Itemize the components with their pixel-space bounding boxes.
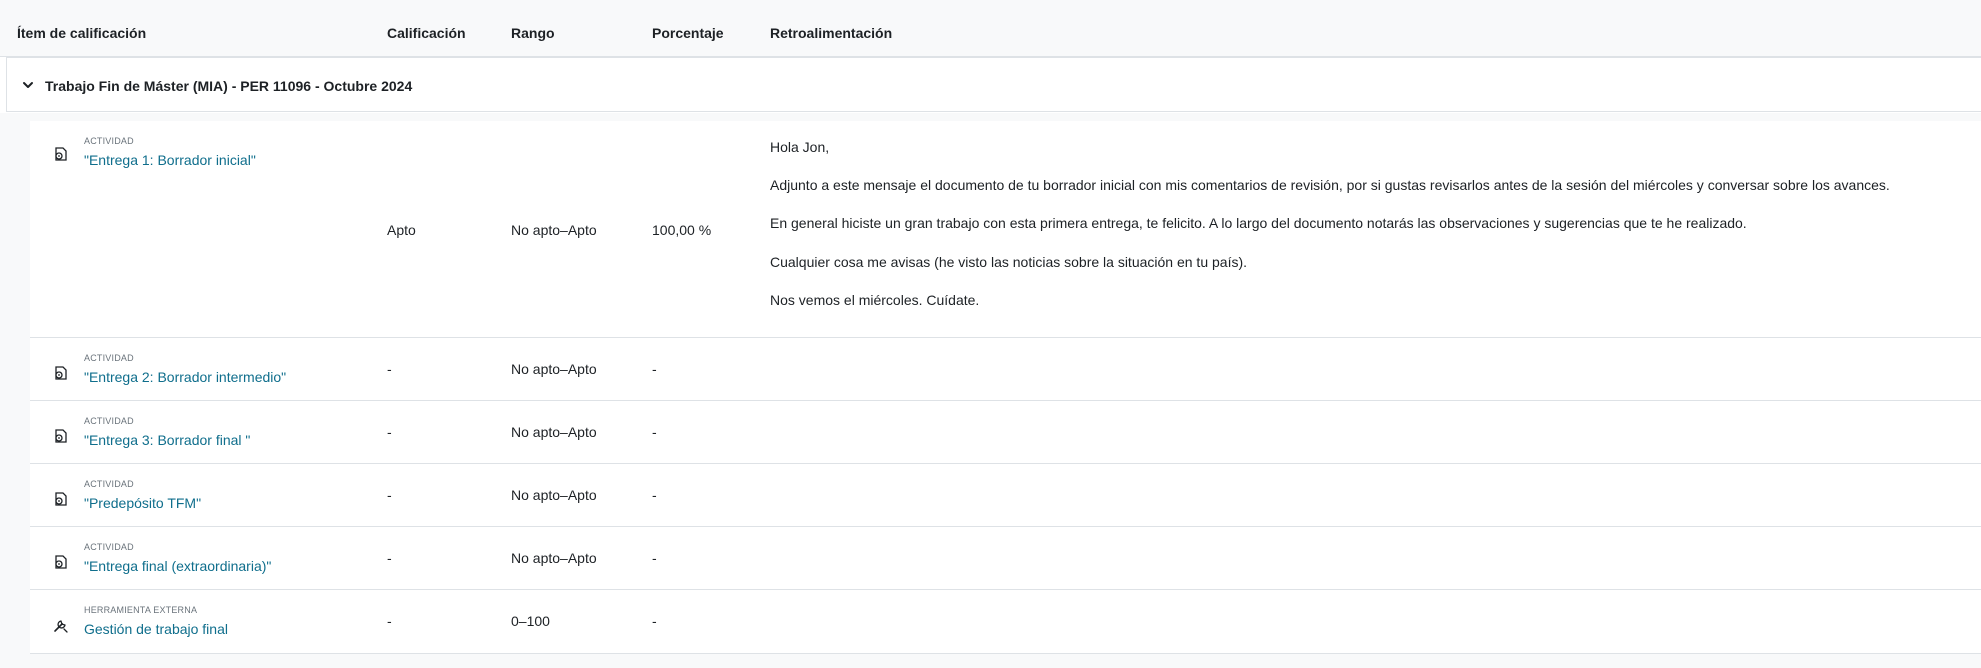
range-value: No apto–Apto [511,424,597,440]
column-header-grade: Calificación [387,25,466,41]
external-tool-icon [52,616,70,634]
table-row: ACTIVIDAD "Predepósito TFM" - No apto–Ap… [30,464,1981,527]
range-value: No apto–Apto [511,361,597,377]
item-link-entrega-final[interactable]: "Entrega final (extraordinaria)" [84,558,271,574]
item-type-label: ACTIVIDAD [84,353,134,363]
item-link-entrega-3[interactable]: "Entrega 3: Borrador final " [84,432,250,448]
range-value: No apto–Apto [511,222,597,238]
range-value: No apto–Apto [511,550,597,566]
assignment-icon [52,427,70,445]
table-header-row: Ítem de calificación Calificación Rango … [0,0,1981,57]
item-link-predeposito[interactable]: "Predepósito TFM" [84,495,201,511]
category-row: Trabajo Fin de Máster (MIA) - PER 11096 … [6,57,1981,112]
table-row: ACTIVIDAD "Entrega 1: Borrador inicial" … [30,121,1981,338]
table-row: ACTIVIDAD "Entrega 3: Borrador final " -… [30,401,1981,464]
item-type-label: ACTIVIDAD [84,542,134,552]
grade-value: - [387,361,392,377]
table-row: ACTIVIDAD "Entrega final (extraordinaria… [30,527,1981,590]
assignment-icon [52,553,70,571]
item-type-label: ACTIVIDAD [84,416,134,426]
percentage-value: - [652,550,657,566]
percentage-value: - [652,487,657,503]
column-header-range: Rango [511,25,555,41]
table-row: ACTIVIDAD "Entrega 2: Borrador intermedi… [30,338,1981,401]
assignment-icon [52,490,70,508]
table-row: HERRAMIENTA EXTERNA Gestión de trabajo f… [30,590,1981,654]
feedback-line: Cualquier cosa me avisas (he visto las n… [770,254,1248,270]
category-divider [0,113,1981,121]
chevron-down-icon[interactable] [21,78,35,92]
indent-gutter [0,121,30,668]
feedback-line: Adjunto a este mensaje el documento de t… [770,177,1890,193]
table-footer-space [0,654,1981,668]
column-header-feedback: Retroalimentación [770,25,893,41]
feedback-line: En general hiciste un gran trabajo con e… [770,215,1747,231]
item-type-label: ACTIVIDAD [84,136,134,146]
grade-value: - [387,613,392,629]
assignment-icon [52,364,70,382]
item-link-gestion-trabajo-final[interactable]: Gestión de trabajo final [84,621,228,637]
range-value: 0–100 [511,613,550,629]
item-type-label: HERRAMIENTA EXTERNA [84,605,198,615]
grade-value: - [387,424,392,440]
percentage-value: 100,00 % [652,222,712,238]
category-name: Trabajo Fin de Máster (MIA) - PER 11096 … [45,78,413,94]
percentage-value: - [652,613,657,629]
grade-value: Apto [387,222,416,238]
grade-value: - [387,487,392,503]
item-link-entrega-2[interactable]: "Entrega 2: Borrador intermedio" [84,369,286,385]
feedback-line: Hola Jon, [770,139,830,155]
feedback-line: Nos vemos el miércoles. Cuídate. [770,292,980,308]
percentage-value: - [652,361,657,377]
item-type-label: ACTIVIDAD [84,479,134,489]
assignment-icon [52,145,70,163]
column-header-percentage: Porcentaje [652,25,724,41]
grade-value: - [387,550,392,566]
percentage-value: - [652,424,657,440]
item-link-entrega-1[interactable]: "Entrega 1: Borrador inicial" [84,152,256,168]
column-header-item: Ítem de calificación [17,25,147,41]
range-value: No apto–Apto [511,487,597,503]
